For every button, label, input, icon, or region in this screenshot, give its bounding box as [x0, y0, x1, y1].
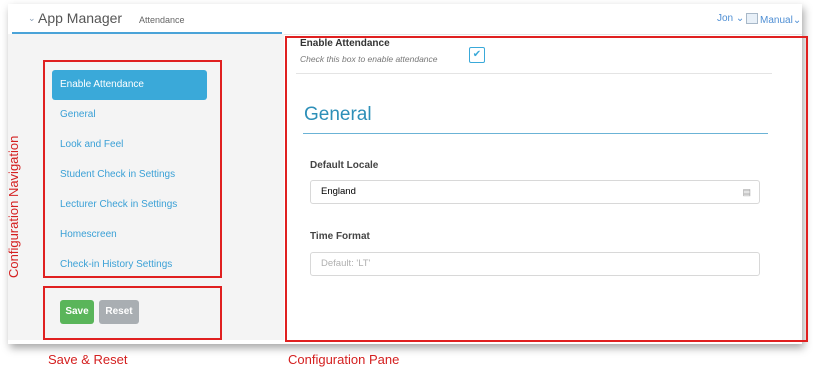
save-reset-annotation-label: Save & Reset [48, 352, 128, 367]
chevron-down-icon[interactable]: ⌄ [28, 13, 36, 24]
pane-annotation-label: Configuration Pane [288, 352, 400, 367]
pane-annotation-box [285, 36, 808, 342]
user-name: Jon [717, 13, 734, 24]
save-reset-annotation-box [43, 286, 222, 340]
sidebar-accent-line [12, 32, 282, 34]
image-icon [746, 13, 758, 24]
chevron-down-icon: ⌄ [792, 15, 802, 26]
user-menu[interactable]: Jon ⌄ [717, 13, 744, 24]
app-title[interactable]: App Manager [38, 10, 122, 26]
nav-annotation-box [43, 60, 222, 278]
top-bar: ⌄ App Manager Attendance Jon ⌄ Manual⌄ [8, 4, 802, 35]
section-title: Attendance [139, 15, 185, 25]
chevron-down-icon: ⌄ [735, 13, 745, 24]
nav-annotation-text: Configuration Navigation [6, 135, 21, 278]
manual-menu[interactable]: Manual⌄ [746, 13, 801, 26]
manual-label: Manual [760, 15, 793, 26]
nav-annotation-label: Configuration Navigation [2, 60, 32, 280]
